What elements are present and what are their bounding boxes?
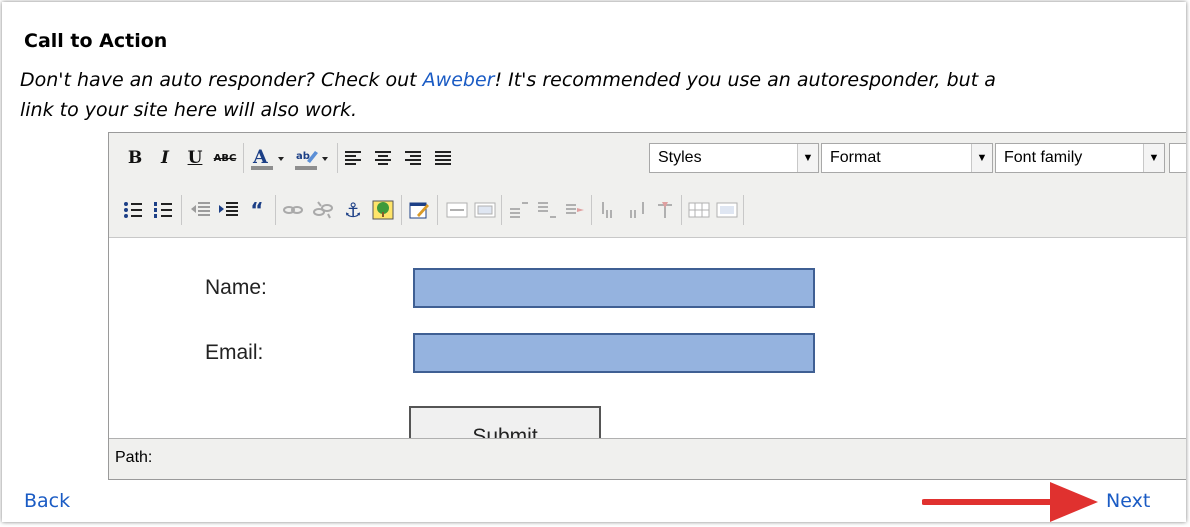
align-left-icon bbox=[345, 151, 361, 165]
highlight-color-button[interactable]: ab bbox=[293, 145, 333, 171]
toolbar-row-2: “ ⚓ bbox=[109, 185, 1186, 235]
submit-button-preview[interactable]: Submit bbox=[409, 406, 601, 438]
delete-col-icon bbox=[658, 202, 672, 218]
toolbar-separator bbox=[681, 195, 682, 225]
back-link[interactable]: Back bbox=[24, 490, 70, 512]
merge-cells-button[interactable] bbox=[715, 197, 739, 223]
text-color-button[interactable]: A bbox=[249, 145, 289, 171]
toolbar-separator bbox=[437, 195, 438, 225]
path-label: Path: bbox=[115, 449, 153, 466]
align-justify-button[interactable] bbox=[431, 145, 455, 171]
align-left-button[interactable] bbox=[341, 145, 365, 171]
chevron-down-icon: ▼ bbox=[971, 144, 992, 172]
strikethrough-button[interactable]: ABC bbox=[213, 145, 237, 171]
blockquote-icon[interactable]: “ bbox=[245, 197, 269, 223]
insert-row-after-icon bbox=[538, 202, 556, 218]
wizard-panel: Call to Action Don't have an auto respon… bbox=[2, 2, 1186, 522]
align-center-icon bbox=[375, 151, 391, 165]
email-label: Email: bbox=[205, 341, 264, 364]
toolbar-separator bbox=[243, 143, 244, 173]
edit-icon bbox=[409, 202, 429, 219]
bold-button[interactable]: B bbox=[123, 145, 147, 171]
toolbar-separator bbox=[275, 195, 276, 225]
split-cells-icon bbox=[688, 202, 710, 218]
italic-button[interactable]: I bbox=[153, 145, 177, 171]
editor-content-area[interactable]: Name: Email: Submit bbox=[109, 237, 1186, 438]
font-family-select[interactable]: Font family ▼ bbox=[995, 143, 1165, 173]
description-text-2: ! It's recommended you use an autorespon… bbox=[494, 69, 996, 91]
chevron-down-icon: ▼ bbox=[797, 144, 818, 172]
editor-toolbar: B I U ABC A ab Styles ▼ Format ▼ Font fa… bbox=[109, 133, 1186, 237]
format-select-label: Format bbox=[830, 149, 881, 166]
bullet-list-icon bbox=[124, 202, 142, 218]
highlight-icon: ab bbox=[295, 151, 328, 170]
insert-row-before-icon bbox=[510, 202, 528, 218]
split-cells-button[interactable] bbox=[687, 197, 711, 223]
section-title: Call to Action bbox=[24, 30, 168, 52]
align-justify-icon bbox=[435, 151, 451, 165]
insert-col-after-icon bbox=[630, 202, 644, 218]
toolbar-separator bbox=[401, 195, 402, 225]
numbered-list-button[interactable] bbox=[151, 197, 175, 223]
row-after-button[interactable] bbox=[535, 197, 559, 223]
indent-icon bbox=[219, 202, 238, 216]
styles-select-label: Styles bbox=[658, 149, 702, 166]
align-center-button[interactable] bbox=[371, 145, 395, 171]
styles-select[interactable]: Styles ▼ bbox=[649, 143, 819, 173]
image-icon bbox=[372, 200, 394, 220]
link-button[interactable] bbox=[281, 197, 305, 223]
col-after-button[interactable] bbox=[625, 197, 649, 223]
name-input-preview[interactable] bbox=[413, 268, 815, 308]
unlink-icon bbox=[313, 201, 333, 219]
editor-status-bar: Path: bbox=[109, 438, 1186, 479]
toolbar-separator bbox=[337, 143, 338, 173]
insert-col-before-icon bbox=[602, 202, 612, 218]
arrow-right-icon bbox=[922, 482, 1098, 522]
underline-button[interactable]: U bbox=[183, 145, 207, 171]
row-before-button[interactable] bbox=[507, 197, 531, 223]
col-before-button[interactable] bbox=[597, 197, 621, 223]
delete-row-button[interactable] bbox=[563, 197, 587, 223]
table-props-icon bbox=[474, 202, 496, 218]
image-button[interactable] bbox=[371, 197, 395, 223]
merge-cells-icon bbox=[716, 202, 738, 218]
anchor-icon[interactable]: ⚓ bbox=[341, 197, 365, 223]
next-link[interactable]: Next bbox=[1106, 490, 1150, 512]
delete-row-icon bbox=[566, 204, 584, 214]
format-select[interactable]: Format ▼ bbox=[821, 143, 993, 173]
align-right-icon bbox=[405, 151, 421, 165]
toolbar-separator bbox=[181, 195, 182, 225]
chevron-down-icon: ▼ bbox=[1143, 144, 1164, 172]
numbered-list-icon bbox=[154, 202, 172, 218]
svg-text:A: A bbox=[252, 146, 268, 168]
aweber-link[interactable]: Aweber bbox=[423, 69, 495, 91]
section-description: Don't have an auto responder? Check out … bbox=[20, 65, 1186, 125]
toolbar-separator bbox=[501, 195, 502, 225]
horizontal-rule-icon bbox=[446, 202, 468, 218]
rich-text-editor: B I U ABC A ab Styles ▼ Format ▼ Font fa… bbox=[108, 132, 1186, 480]
unlink-button[interactable] bbox=[311, 197, 335, 223]
description-text-1: Don't have an auto responder? Check out bbox=[20, 69, 423, 91]
description-text-3: link to your site here will also work. bbox=[20, 99, 358, 121]
bullet-list-button[interactable] bbox=[121, 197, 145, 223]
indent-button[interactable] bbox=[217, 197, 241, 223]
hr-button[interactable] bbox=[445, 197, 469, 223]
outdent-icon bbox=[191, 202, 210, 216]
text-color-icon: A bbox=[251, 146, 284, 170]
name-label: Name: bbox=[205, 276, 267, 299]
link-icon bbox=[283, 206, 303, 214]
table-props-button[interactable] bbox=[473, 197, 497, 223]
delete-col-button[interactable] bbox=[653, 197, 677, 223]
font-family-select-label: Font family bbox=[1004, 149, 1083, 166]
outdent-button[interactable] bbox=[189, 197, 213, 223]
toolbar-separator bbox=[591, 195, 592, 225]
align-right-button[interactable] bbox=[401, 145, 425, 171]
toolbar-row-1: B I U ABC A ab Styles ▼ Format ▼ Font fa… bbox=[109, 133, 1186, 183]
toolbar-separator bbox=[743, 195, 744, 225]
email-input-preview[interactable] bbox=[413, 333, 815, 373]
cleanup-button[interactable] bbox=[407, 197, 431, 223]
font-size-select[interactable] bbox=[1169, 143, 1186, 173]
